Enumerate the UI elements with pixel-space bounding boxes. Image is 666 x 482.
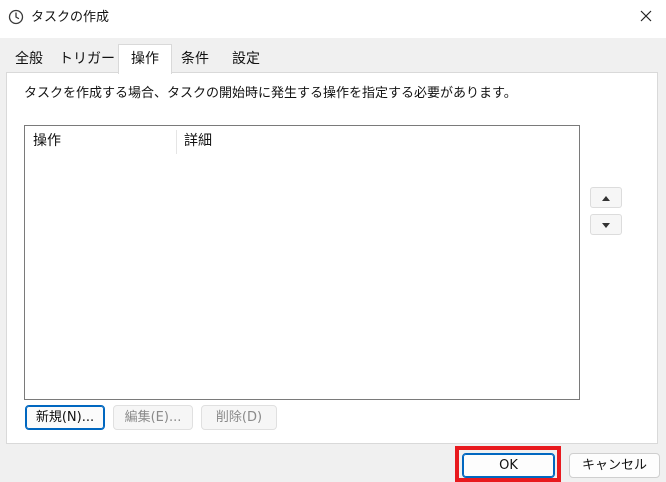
title-bar: タスクの作成 (0, 0, 666, 38)
triangle-down-icon (602, 217, 610, 232)
clock-icon (8, 9, 24, 25)
tab-conditions[interactable]: 条件 (174, 46, 216, 72)
move-down-button[interactable] (590, 214, 622, 235)
tab-triggers[interactable]: トリガー (58, 46, 116, 72)
tab-settings[interactable]: 設定 (224, 46, 268, 72)
move-up-button[interactable] (590, 187, 622, 208)
column-header-details[interactable]: 詳細 (184, 126, 212, 156)
triangle-up-icon (602, 190, 610, 205)
window-title: タスクの作成 (31, 10, 110, 25)
delete-action-button[interactable]: 削除(D) (201, 405, 277, 430)
tab-general[interactable]: 全般 (8, 46, 50, 72)
actions-list[interactable]: 操作 詳細 (24, 125, 580, 400)
actions-panel: タスクを作成する場合、タスクの開始時に発生する操作を指定する必要があります。 操… (6, 72, 658, 444)
instruction-text: タスクを作成する場合、タスクの開始時に発生する操作を指定する必要があります。 (24, 86, 517, 101)
ok-button[interactable]: OK (462, 453, 555, 478)
cancel-button[interactable]: キャンセル (569, 453, 660, 478)
new-action-button[interactable]: 新規(N)... (25, 405, 105, 430)
edit-action-button[interactable]: 編集(E)... (113, 405, 193, 430)
column-divider[interactable] (176, 130, 177, 154)
column-header-action[interactable]: 操作 (33, 126, 61, 156)
close-icon (640, 10, 652, 26)
close-button[interactable] (625, 0, 666, 36)
tab-actions[interactable]: 操作 (118, 44, 172, 74)
